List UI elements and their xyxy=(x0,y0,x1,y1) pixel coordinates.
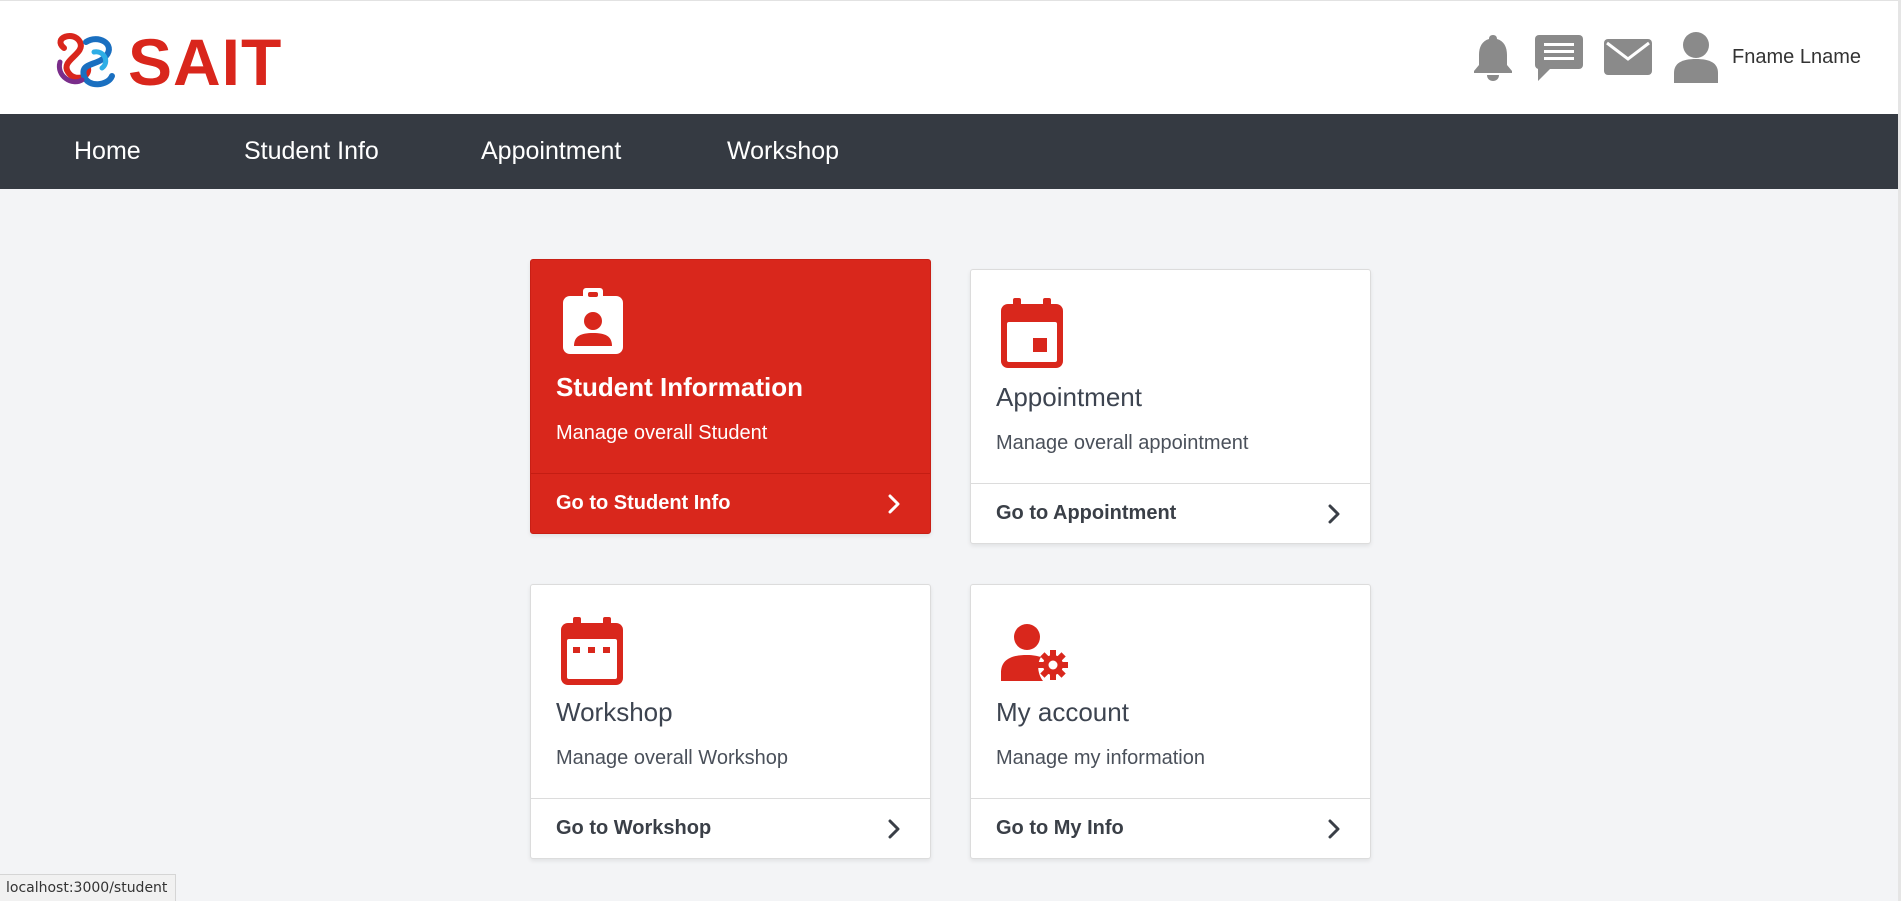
mail-icon[interactable] xyxy=(1604,37,1653,77)
sait-logo[interactable]: SAIT xyxy=(50,29,282,95)
card-description: Manage overall appointment xyxy=(996,432,1249,454)
go-to-workshop-link[interactable]: Go to Workshop xyxy=(531,798,930,858)
calendar-day-icon xyxy=(1001,298,1063,373)
go-to-my-info-link[interactable]: Go to My Info xyxy=(971,798,1370,858)
bell-icon[interactable] xyxy=(1472,33,1514,81)
card-appointment[interactable]: Appointment Manage overall appointment G… xyxy=(970,269,1371,544)
chevron-right-icon xyxy=(1328,504,1340,524)
main-navbar: Home Student Info Appointment Workshop xyxy=(0,114,1901,189)
user-avatar-icon[interactable] xyxy=(1672,31,1720,83)
header-actions: Fname Lname xyxy=(1472,27,1861,87)
card-title: Student Information xyxy=(556,372,803,402)
card-description: Manage overall Workshop xyxy=(556,747,788,769)
chevron-right-icon xyxy=(1328,819,1340,839)
logo-text: SAIT xyxy=(128,25,283,99)
user-name[interactable]: Fname Lname xyxy=(1732,46,1861,69)
card-link-label: Go to Appointment xyxy=(996,502,1177,524)
status-bar-url: localhost:3000/student xyxy=(0,874,177,901)
card-title: Workshop xyxy=(556,697,673,727)
logo-mark-icon xyxy=(56,33,115,88)
calendar-week-icon xyxy=(561,617,623,690)
card-title: My account xyxy=(996,697,1129,727)
user-gear-icon xyxy=(1001,623,1071,688)
go-to-student-info-link[interactable]: Go to Student Info xyxy=(531,473,930,533)
card-description: Manage my information xyxy=(996,747,1205,769)
card-description: Manage overall Student xyxy=(556,422,768,444)
card-student-information[interactable]: Student Information Manage overall Stude… xyxy=(530,259,931,534)
card-link-label: Go to Workshop xyxy=(556,817,712,839)
nav-appointment[interactable]: Appointment xyxy=(481,114,621,189)
card-title: Appointment xyxy=(996,382,1142,412)
chevron-right-icon xyxy=(888,819,900,839)
nav-workshop[interactable]: Workshop xyxy=(727,114,839,189)
go-to-appointment-link[interactable]: Go to Appointment xyxy=(971,483,1370,543)
top-header: SAIT Fname Lname xyxy=(0,0,1901,114)
card-link-label: Go to Student Info xyxy=(556,492,731,514)
card-my-account[interactable]: My account Manage my information Go to M… xyxy=(970,584,1371,859)
chevron-right-icon xyxy=(888,494,900,514)
chat-icon[interactable] xyxy=(1534,33,1584,81)
card-workshop[interactable]: Workshop Manage overall Workshop Go to W… xyxy=(530,584,931,859)
card-link-label: Go to My Info xyxy=(996,817,1124,839)
nav-home[interactable]: Home xyxy=(74,114,141,189)
id-badge-icon xyxy=(561,288,625,361)
nav-student-info[interactable]: Student Info xyxy=(244,114,379,189)
